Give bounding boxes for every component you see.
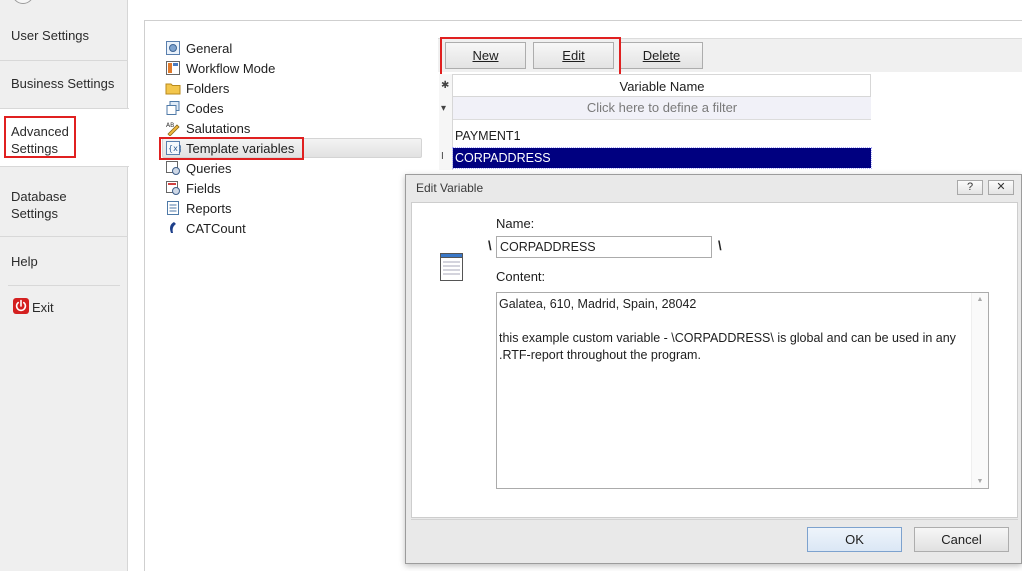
codes-icon <box>166 101 180 115</box>
reports-icon <box>167 201 179 215</box>
salutations-icon: AB <box>166 122 180 136</box>
svg-text:AB: AB <box>166 122 174 129</box>
table-row[interactable]: PAYMENT1 <box>453 126 871 146</box>
content-label: Content: <box>496 269 546 284</box>
scroll-down-icon[interactable]: ▼ <box>972 478 988 485</box>
tree-item-catcount[interactable]: CATCount <box>165 218 246 238</box>
delete-button-label: Delete <box>642 48 681 63</box>
sidebar-item-help[interactable]: Help <box>11 253 38 270</box>
app-menu-button[interactable] <box>12 0 34 4</box>
content-textarea[interactable]: Galatea, 610, Madrid, Spain, 28042 this … <box>496 292 989 489</box>
tree-item-fields[interactable]: Fields <box>165 178 221 198</box>
highlight-template-variables <box>159 137 304 160</box>
tree-item-queries[interactable]: Queries <box>165 158 232 178</box>
filter-marker-icon: ▾ <box>441 103 447 114</box>
name-suffix-backslash: \ <box>718 238 722 253</box>
edit-cursor-icon: I <box>441 151 444 162</box>
grid-header: Variable Name <box>439 74 871 97</box>
notepad-icon <box>440 253 463 281</box>
grid-row-indicator: ✱ ▾ I <box>439 74 453 170</box>
new-row-marker-icon: ✱ <box>441 80 450 91</box>
workflow-icon <box>166 61 180 75</box>
general-icon <box>166 41 180 55</box>
fields-icon <box>166 181 180 195</box>
settings-sidebar: User Settings Business Settings Advanced… <box>0 0 129 571</box>
dialog-footer-divider <box>411 519 1018 520</box>
cancel-button[interactable]: Cancel <box>914 527 1009 552</box>
edit-variable-dialog: Edit Variable ? ✕ Name: \ CORPADDRESS \ … <box>405 174 1022 564</box>
tree-item-label: Reports <box>186 200 232 216</box>
tree-item-label: Codes <box>186 100 224 116</box>
name-field[interactable]: CORPADDRESS <box>496 236 712 258</box>
dialog-close-button[interactable]: ✕ <box>988 180 1014 195</box>
name-label: Name: <box>496 216 535 231</box>
name-prefix-backslash: \ <box>488 238 492 253</box>
queries-icon <box>166 161 180 175</box>
dialog-title: Edit Variable <box>416 181 484 195</box>
tree-item-label: CATCount <box>186 220 246 236</box>
scroll-up-icon[interactable]: ▲ <box>972 296 988 303</box>
tree-item-general[interactable]: General <box>165 38 232 58</box>
column-header-variable-name[interactable]: Variable Name <box>454 79 870 94</box>
sidebar-divider <box>0 236 128 237</box>
tree-item-label: General <box>186 40 233 56</box>
content-text: Galatea, 610, Madrid, Spain, 28042 this … <box>499 297 956 362</box>
tree-item-codes[interactable]: Codes <box>165 98 224 118</box>
tree-item-salutations[interactable]: AB Salutations <box>165 118 250 138</box>
catcount-icon <box>170 222 176 233</box>
table-row-selected[interactable]: CORPADDRESS <box>452 147 872 169</box>
tree-item-workflow-mode[interactable]: Workflow Mode <box>165 58 275 78</box>
tree-item-label: Fields <box>186 180 221 196</box>
sidebar-item-exit[interactable]: Exit <box>32 299 54 316</box>
sidebar-divider <box>0 60 128 61</box>
tree-item-label: Salutations <box>186 120 251 136</box>
tree-item-folders[interactable]: Folders <box>165 78 229 98</box>
tree-item-label: Workflow Mode <box>186 60 276 76</box>
dialog-body: Name: \ CORPADDRESS \ Content: Galatea, … <box>411 202 1018 518</box>
settings-window: User Settings Business Settings Advanced… <box>0 0 1022 571</box>
tree-item-label: Queries <box>186 160 232 176</box>
tree-item-label: Folders <box>186 80 230 96</box>
sidebar-item-database-settings[interactable]: Database Settings <box>11 188 81 222</box>
power-icon[interactable] <box>13 298 29 314</box>
variables-grid: Variable Name ✱ ▾ I Click here to define… <box>439 74 872 170</box>
sidebar-item-user-settings[interactable]: User Settings <box>11 27 89 44</box>
grid-filter-row[interactable]: Click here to define a filter <box>453 97 871 120</box>
sidebar-divider <box>8 285 120 286</box>
highlight-new-edit-buttons <box>440 37 621 78</box>
delete-button[interactable]: Delete <box>620 42 703 69</box>
sidebar-item-business-settings[interactable]: Business Settings <box>11 75 114 92</box>
highlight-advanced-settings <box>4 116 76 158</box>
folder-icon <box>165 83 181 95</box>
dialog-help-button[interactable]: ? <box>957 180 983 195</box>
ok-button[interactable]: OK <box>807 527 902 552</box>
content-scrollbar[interactable]: ▲ ▼ <box>971 293 988 488</box>
tree-item-reports[interactable]: Reports <box>165 198 232 218</box>
